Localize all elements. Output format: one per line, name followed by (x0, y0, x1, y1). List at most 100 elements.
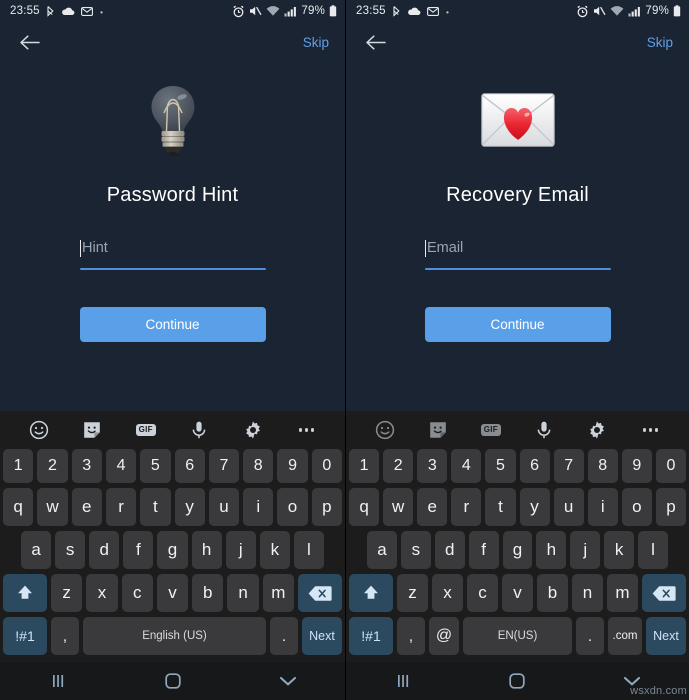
email-input-wrapper[interactable]: Email (424, 237, 611, 270)
key-q[interactable]: q (349, 488, 380, 526)
hint-input-wrapper[interactable]: Hint (79, 237, 266, 270)
key-8[interactable]: 8 (587, 449, 618, 483)
hint-input-row[interactable]: Hint (79, 237, 266, 259)
key-s[interactable]: s (400, 531, 431, 569)
period-key[interactable]: . (270, 617, 298, 655)
home-button[interactable] (497, 667, 537, 695)
key-7[interactable]: 7 (208, 449, 240, 483)
key-c[interactable]: c (467, 574, 498, 612)
space-key[interactable]: EN(US) (463, 617, 572, 655)
key-t[interactable]: t (140, 488, 171, 526)
key-z[interactable]: z (397, 574, 428, 612)
key-g[interactable]: g (502, 531, 533, 569)
key-t[interactable]: t (485, 488, 516, 526)
continue-button[interactable]: Continue (79, 307, 266, 342)
key-y[interactable]: y (519, 488, 550, 526)
key-l[interactable]: l (638, 531, 669, 569)
key-o[interactable]: o (277, 488, 308, 526)
key-h[interactable]: h (536, 531, 567, 569)
symbols-key[interactable]: !#1 (349, 617, 393, 655)
key-6[interactable]: 6 (174, 449, 205, 483)
gif-icon[interactable]: GIF (478, 417, 504, 443)
key-w[interactable]: w (37, 488, 68, 526)
key-9[interactable]: 9 (277, 449, 308, 483)
key-z[interactable]: z (51, 574, 83, 612)
key-y[interactable]: y (174, 488, 205, 526)
comma-key[interactable]: , (51, 617, 79, 655)
dotcom-key[interactable]: .com (608, 617, 642, 655)
key-5[interactable]: 5 (140, 449, 171, 483)
key-k[interactable]: k (604, 531, 635, 569)
key-h[interactable]: h (191, 531, 222, 569)
key-a[interactable]: a (21, 531, 52, 569)
key-r[interactable]: r (451, 488, 482, 526)
key-3[interactable]: 3 (71, 449, 102, 483)
continue-button[interactable]: Continue (424, 307, 611, 342)
key-w[interactable]: w (383, 488, 414, 526)
key-1[interactable]: 1 (3, 449, 34, 483)
key-0[interactable]: 0 (311, 449, 342, 483)
key-k[interactable]: k (259, 531, 290, 569)
key-4[interactable]: 4 (105, 449, 137, 483)
gear-icon[interactable] (584, 417, 610, 443)
key-a[interactable]: a (367, 531, 397, 569)
shift-key[interactable] (3, 574, 48, 612)
period-key[interactable]: . (576, 617, 604, 655)
gif-icon[interactable]: GIF (133, 417, 159, 443)
key-e[interactable]: e (417, 488, 448, 526)
recents-button[interactable] (38, 667, 78, 695)
key-s[interactable]: s (55, 531, 86, 569)
key-m[interactable]: m (262, 574, 294, 612)
key-x[interactable]: x (432, 574, 463, 612)
symbols-key[interactable]: !#1 (3, 617, 47, 655)
key-q[interactable]: q (3, 488, 34, 526)
key-v[interactable]: v (156, 574, 189, 612)
key-m[interactable]: m (607, 574, 638, 612)
comma-key[interactable]: , (397, 617, 425, 655)
backspace-key[interactable] (297, 574, 342, 612)
overflow-icon[interactable] (637, 417, 663, 443)
recents-button[interactable] (383, 667, 423, 695)
key-o[interactable]: o (621, 488, 652, 526)
key-u[interactable]: u (553, 488, 584, 526)
sticker-icon[interactable] (79, 417, 105, 443)
key-0[interactable]: 0 (655, 449, 686, 483)
key-n[interactable]: n (572, 574, 603, 612)
microphone-icon[interactable] (531, 417, 557, 443)
key-p[interactable]: p (655, 488, 686, 526)
sticker-icon[interactable] (425, 417, 451, 443)
space-key[interactable]: English (US) (83, 617, 266, 655)
emoji-icon[interactable] (372, 417, 398, 443)
key-v[interactable]: v (502, 574, 533, 612)
key-r[interactable]: r (105, 488, 137, 526)
gear-icon[interactable] (240, 417, 266, 443)
enter-key[interactable]: Next (646, 617, 686, 655)
key-3[interactable]: 3 (417, 449, 448, 483)
back-button[interactable] (362, 29, 388, 55)
key-4[interactable]: 4 (451, 449, 482, 483)
emoji-icon[interactable] (26, 417, 52, 443)
home-button[interactable] (153, 667, 193, 695)
key-2[interactable]: 2 (37, 449, 68, 483)
key-6[interactable]: 6 (519, 449, 550, 483)
key-l[interactable]: l (293, 531, 324, 569)
back-button[interactable] (16, 29, 42, 55)
enter-key[interactable]: Next (302, 617, 342, 655)
key-e[interactable]: e (71, 488, 102, 526)
key-x[interactable]: x (86, 574, 118, 612)
at-key[interactable]: @ (429, 617, 459, 655)
key-b[interactable]: b (537, 574, 568, 612)
overflow-icon[interactable] (293, 417, 319, 443)
key-9[interactable]: 9 (621, 449, 652, 483)
key-7[interactable]: 7 (553, 449, 584, 483)
key-8[interactable]: 8 (243, 449, 274, 483)
key-j[interactable]: j (225, 531, 256, 569)
key-d[interactable]: d (89, 531, 120, 569)
key-b[interactable]: b (192, 574, 224, 612)
key-p[interactable]: p (311, 488, 342, 526)
key-d[interactable]: d (434, 531, 465, 569)
microphone-icon[interactable] (186, 417, 212, 443)
skip-button[interactable]: Skip (647, 35, 673, 50)
key-i[interactable]: i (587, 488, 618, 526)
key-g[interactable]: g (157, 531, 188, 569)
